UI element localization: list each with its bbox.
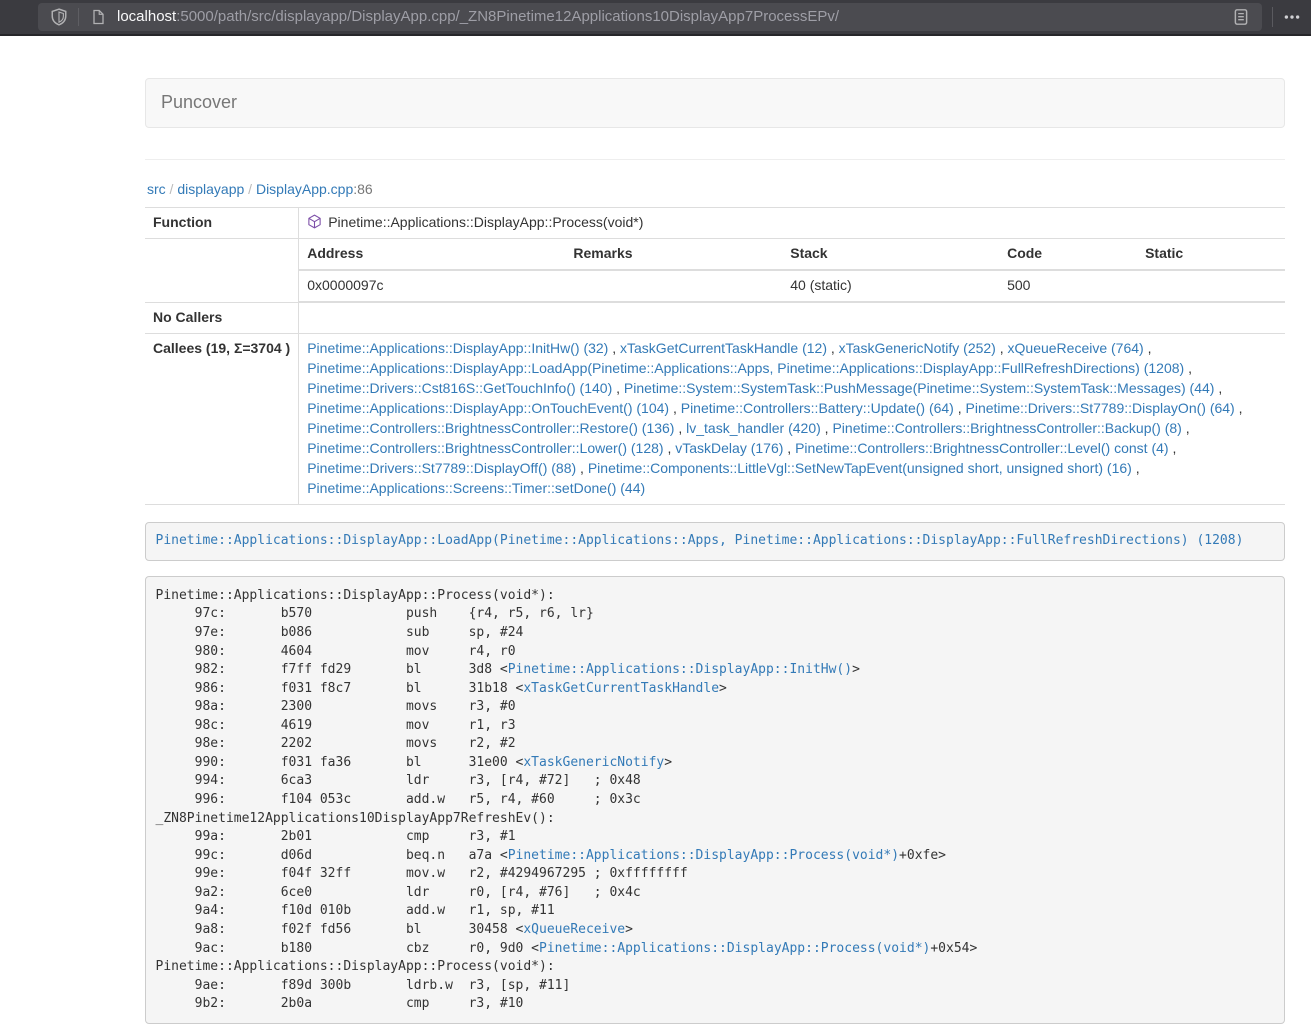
metrics-column-header: Code [999, 239, 1137, 270]
breadcrumb-link[interactable]: src [147, 181, 166, 197]
page-container: Puncover src / displayapp / DisplayApp.c… [145, 78, 1285, 1024]
metrics-value: 0x0000097c [299, 270, 565, 301]
page-icon[interactable] [85, 4, 111, 30]
toolbar-divider [1272, 7, 1273, 27]
table-row: AddressRemarksStackCodeStatic 0x0000097c… [145, 238, 1285, 302]
callee-separator: , [669, 400, 681, 416]
callee-separator: , [608, 340, 620, 356]
callee-separator: , [576, 460, 588, 476]
callee-link[interactable]: vTaskDelay (176) [675, 440, 783, 456]
callee-link[interactable]: Pinetime::Controllers::BrightnessControl… [307, 420, 674, 436]
callers-cell [299, 302, 1285, 333]
empty-label-cell [145, 238, 299, 302]
url-path: :5000/path/src/displayapp/DisplayApp.cpp… [176, 8, 839, 25]
callee-separator: , [1169, 440, 1177, 456]
reader-mode-icon[interactable] [1228, 4, 1254, 30]
disassembly-symbol-link[interactable]: Pinetime::Applications::DisplayApp::Proc… [539, 941, 930, 956]
selected-callee-link[interactable]: Pinetime::Applications::DisplayApp::Load… [156, 533, 1244, 548]
callee-separator: , [996, 340, 1008, 356]
callee-separator: , [821, 420, 833, 436]
function-label: Function [145, 207, 299, 238]
breadcrumb-separator: / [244, 181, 256, 197]
breadcrumb-separator: / [166, 181, 178, 197]
callee-link[interactable]: lv_task_handler (420) [686, 420, 821, 436]
callee-separator: , [827, 340, 839, 356]
table-row: No Callers [145, 302, 1285, 333]
function-name: Pinetime::Applications::DisplayApp::Proc… [328, 214, 643, 230]
breadcrumb: src / displayapp / DisplayApp.cpp:86 [147, 180, 1285, 200]
overflow-menu-icon[interactable] [1283, 8, 1301, 26]
disassembly-symbol-link[interactable]: xQueueReceive [523, 922, 625, 937]
callee-separator: , [1144, 340, 1152, 356]
metrics-column-header: Address [299, 239, 565, 270]
metrics-value: 500 [999, 270, 1137, 301]
callee-link[interactable]: Pinetime::Controllers::BrightnessControl… [795, 440, 1168, 456]
app-title[interactable]: Puncover [161, 90, 237, 116]
url-bar[interactable]: localhost:5000/path/src/displayapp/Displ… [38, 3, 1262, 31]
callee-link[interactable]: Pinetime::Controllers::BrightnessControl… [307, 440, 663, 456]
function-table: Function Pinetime::Applications::Display… [145, 207, 1285, 505]
metrics-value [565, 270, 782, 301]
url-host: localhost [117, 8, 176, 25]
disassembly-symbol-link[interactable]: Pinetime::Applications::DisplayApp::Init… [508, 662, 852, 677]
callee-separator: , [1214, 380, 1222, 396]
callee-separator: , [1132, 460, 1140, 476]
urlbar-divider [78, 8, 79, 26]
disassembly-symbol-link[interactable]: xTaskGenericNotify [523, 755, 664, 770]
callee-link[interactable]: Pinetime::System::SystemTask::PushMessag… [624, 380, 1215, 396]
callee-link[interactable]: xTaskGenericNotify (252) [839, 340, 996, 356]
callee-link[interactable]: Pinetime::Drivers::St7789::DisplayOn() (… [966, 400, 1235, 416]
callee-separator: , [954, 400, 966, 416]
metrics-column-header: Static [1137, 239, 1285, 270]
callee-link[interactable]: Pinetime::Drivers::St7789::DisplayOff() … [307, 460, 576, 476]
callee-separator: , [1184, 360, 1192, 376]
function-name-cell: Pinetime::Applications::DisplayApp::Proc… [299, 207, 1285, 238]
callee-separator: , [783, 440, 795, 456]
table-row: Callees (19, Σ=3704 ) Pinetime::Applicat… [145, 333, 1285, 504]
metrics-value: 40 (static) [782, 270, 999, 301]
cube-icon [307, 214, 322, 229]
breadcrumb-line-number: :86 [353, 181, 372, 197]
metrics-column-header: Stack [782, 239, 999, 270]
metrics-header-row: AddressRemarksStackCodeStatic [299, 239, 1285, 270]
callee-separator: , [664, 440, 676, 456]
metrics-table: AddressRemarksStackCodeStatic 0x0000097c… [299, 239, 1285, 302]
callee-link[interactable]: xQueueReceive (764) [1008, 340, 1144, 356]
metrics-cell: AddressRemarksStackCodeStatic 0x0000097c… [299, 238, 1285, 302]
callee-link[interactable]: Pinetime::Applications::DisplayApp::Init… [307, 340, 608, 356]
breadcrumb-link[interactable]: displayapp [177, 181, 244, 197]
url-text: localhost:5000/path/src/displayapp/Displ… [117, 6, 1228, 27]
callee-link[interactable]: Pinetime::Applications::DisplayApp::Load… [307, 360, 1184, 376]
callee-link[interactable]: Pinetime::Controllers::BrightnessControl… [832, 420, 1181, 436]
callee-link[interactable]: Pinetime::Components::LittleVgl::SetNewT… [588, 460, 1132, 476]
callee-separator: , [612, 380, 624, 396]
browser-toolbar: localhost:5000/path/src/displayapp/Displ… [0, 0, 1311, 36]
callee-link[interactable]: Pinetime::Applications::Screens::Timer::… [307, 480, 645, 496]
callee-separator: , [1182, 420, 1190, 436]
metrics-value [1137, 270, 1285, 301]
breadcrumb-link[interactable]: DisplayApp.cpp [256, 181, 353, 197]
callee-link[interactable]: Pinetime::Applications::DisplayApp::OnTo… [307, 400, 669, 416]
selected-callee-box: Pinetime::Applications::DisplayApp::Load… [145, 522, 1285, 562]
callee-separator: , [674, 420, 686, 436]
callee-link[interactable]: Pinetime::Drivers::Cst816S::GetTouchInfo… [307, 380, 612, 396]
callee-link[interactable]: Pinetime::Controllers::Battery::Update()… [681, 400, 954, 416]
callee-link[interactable]: xTaskGetCurrentTaskHandle (12) [620, 340, 827, 356]
table-row: Function Pinetime::Applications::Display… [145, 207, 1285, 238]
metrics-column-header: Remarks [565, 239, 782, 270]
callees-label: Callees (19, Σ=3704 ) [145, 333, 299, 504]
shield-icon[interactable] [46, 4, 72, 30]
callees-cell: Pinetime::Applications::DisplayApp::Init… [299, 333, 1285, 504]
disassembly-symbol-link[interactable]: xTaskGetCurrentTaskHandle [523, 681, 719, 696]
no-callers-label: No Callers [145, 302, 299, 333]
app-header-panel: Puncover [145, 78, 1285, 128]
disassembly-block: Pinetime::Applications::DisplayApp::Proc… [145, 576, 1285, 1024]
metrics-data-row: 0x0000097c 40 (static)500 [299, 270, 1285, 301]
callee-separator: , [1235, 400, 1243, 416]
disassembly-symbol-link[interactable]: Pinetime::Applications::DisplayApp::Proc… [508, 848, 899, 863]
divider [145, 159, 1285, 160]
